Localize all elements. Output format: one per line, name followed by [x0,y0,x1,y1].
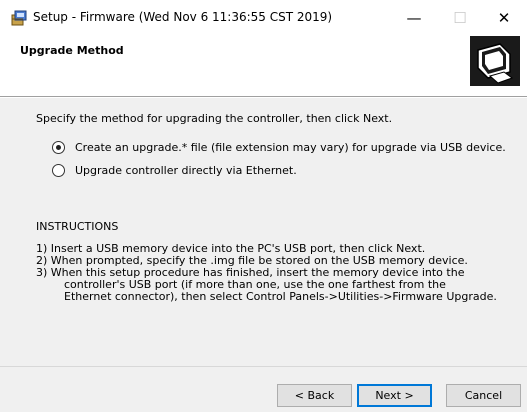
wizard-header: Upgrade Method [0,36,527,96]
instructions-heading: INSTRUCTIONS [36,220,119,233]
maximize-icon: ☐ [453,9,467,27]
radio-button[interactable] [52,164,65,177]
option-usb-upgrade[interactable]: Create an upgrade.* file (file extension… [52,141,506,154]
window-title: Setup - Firmware (Wed Nov 6 11:36:55 CST… [33,10,333,24]
wizard-footer: < Back Next > Cancel [0,367,527,412]
option-ethernet-upgrade[interactable]: Upgrade controller directly via Ethernet… [52,164,297,177]
wizard-content: Specify the method for upgrading the con… [0,98,527,366]
instruction-line: Ethernet connector), then select Control… [64,290,497,303]
back-button[interactable]: < Back [277,384,352,407]
setup-package-icon [10,9,28,27]
page-title: Upgrade Method [20,44,124,57]
close-button[interactable]: ✕ [481,0,527,36]
title-bar: Setup - Firmware (Wed Nov 6 11:36:55 CST… [0,0,527,36]
cancel-button[interactable]: Cancel [446,384,521,407]
instructions-list: 1) Insert a USB memory device into the P… [36,243,497,303]
maximize-button: ☐ [437,0,483,36]
minimize-button[interactable]: — [391,0,437,36]
next-button[interactable]: Next > [357,384,432,407]
close-icon: ✕ [497,9,511,27]
option-label: Create an upgrade.* file (file extension… [75,141,506,154]
computer-monitor-icon [470,36,520,86]
minimize-icon: — [406,9,422,27]
option-label: Upgrade controller directly via Ethernet… [75,164,297,177]
intro-text: Specify the method for upgrading the con… [36,112,393,125]
radio-button-selected[interactable] [52,141,65,154]
